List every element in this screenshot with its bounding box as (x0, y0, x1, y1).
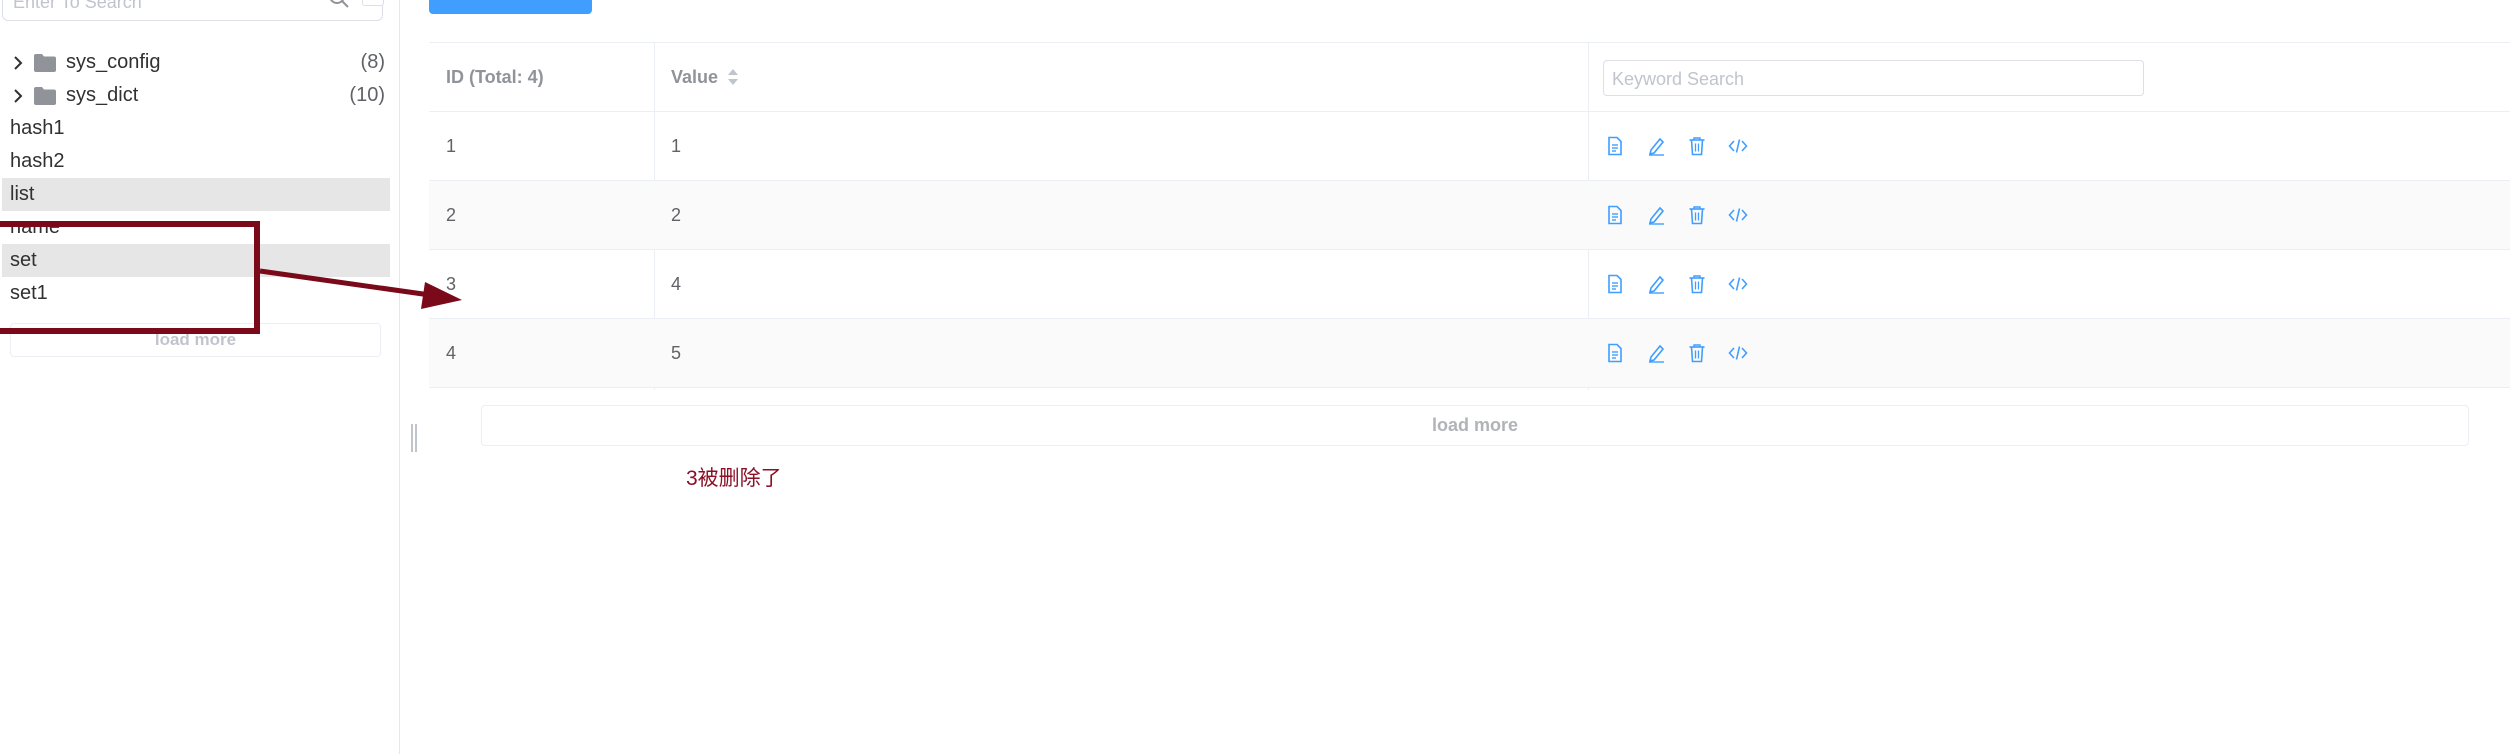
select-checkbox[interactable] (362, 0, 384, 6)
tree-key-list[interactable]: list (2, 178, 390, 211)
tree-folder-count: (10) (349, 84, 385, 106)
folder-icon (34, 87, 56, 105)
document-icon[interactable] (1605, 343, 1625, 363)
cell-value: 4 (671, 274, 682, 294)
cell-id: 4 (446, 343, 457, 363)
keyword-search-input[interactable] (1612, 68, 2112, 90)
sort-icon[interactable] (726, 67, 740, 87)
delete-icon[interactable] (1687, 136, 1707, 156)
cell-value: 5 (671, 343, 682, 363)
edit-icon[interactable] (1646, 136, 1666, 156)
search-icon[interactable] (326, 0, 352, 11)
chevron-right-icon[interactable] (12, 89, 24, 103)
search-input[interactable] (13, 0, 303, 13)
annotation-note: 3被删除了 (686, 467, 782, 490)
delete-icon[interactable] (1687, 343, 1707, 363)
annotation-highlight-box (0, 221, 260, 334)
document-icon[interactable] (1605, 274, 1625, 294)
value-table: ID (Total: 4) Value 1 1 2 2 3 4 (429, 42, 2510, 390)
folder-icon (34, 54, 56, 72)
add-row-button[interactable] (429, 0, 592, 14)
sidebar: sys_config (8) sys_dict (10) hash1 hash2… (0, 0, 400, 754)
chevron-right-icon[interactable] (12, 56, 24, 70)
tree-folder-sys-config[interactable]: sys_config (8) (0, 46, 390, 79)
code-icon[interactable] (1728, 205, 1748, 225)
document-icon[interactable] (1605, 205, 1625, 225)
edit-icon[interactable] (1646, 274, 1666, 294)
search-box (2, 0, 384, 21)
code-icon[interactable] (1728, 343, 1748, 363)
tree-key-label: hash2 (10, 150, 65, 172)
edit-icon[interactable] (1646, 343, 1666, 363)
table-header: ID (Total: 4) Value (429, 43, 2510, 112)
document-icon[interactable] (1605, 136, 1625, 156)
table-row: 2 2 (429, 181, 2510, 250)
keyword-search-box (1603, 60, 2144, 96)
table-row: 3 4 (429, 250, 2510, 319)
tree-folder-label: sys_config (66, 51, 161, 73)
tree-key-label: hash1 (10, 117, 65, 139)
tree-key-label: list (10, 183, 35, 205)
tree-folder-sys-dict[interactable]: sys_dict (10) (0, 79, 390, 112)
table-row: 4 5 (429, 319, 2510, 388)
code-icon[interactable] (1728, 274, 1748, 294)
tree-key-hash2[interactable]: hash2 (2, 145, 390, 178)
tree-folder-label: sys_dict (66, 84, 139, 106)
cell-id: 1 (446, 136, 457, 156)
resize-handle[interactable] (411, 424, 417, 452)
cell-value: 1 (671, 136, 682, 156)
table-load-more-button[interactable]: load more (481, 405, 2469, 446)
cell-id: 3 (446, 274, 457, 294)
edit-icon[interactable] (1646, 205, 1666, 225)
delete-icon[interactable] (1687, 205, 1707, 225)
header-value[interactable]: Value (671, 43, 718, 112)
code-icon[interactable] (1728, 136, 1748, 156)
tree-key-hash1[interactable]: hash1 (2, 112, 390, 145)
delete-icon[interactable] (1687, 274, 1707, 294)
cell-id: 2 (446, 205, 457, 225)
table-row: 1 1 (429, 112, 2510, 181)
header-id: ID (Total: 4) (446, 67, 544, 87)
tree-folder-count: (8) (360, 51, 385, 73)
cell-value: 2 (671, 205, 682, 225)
